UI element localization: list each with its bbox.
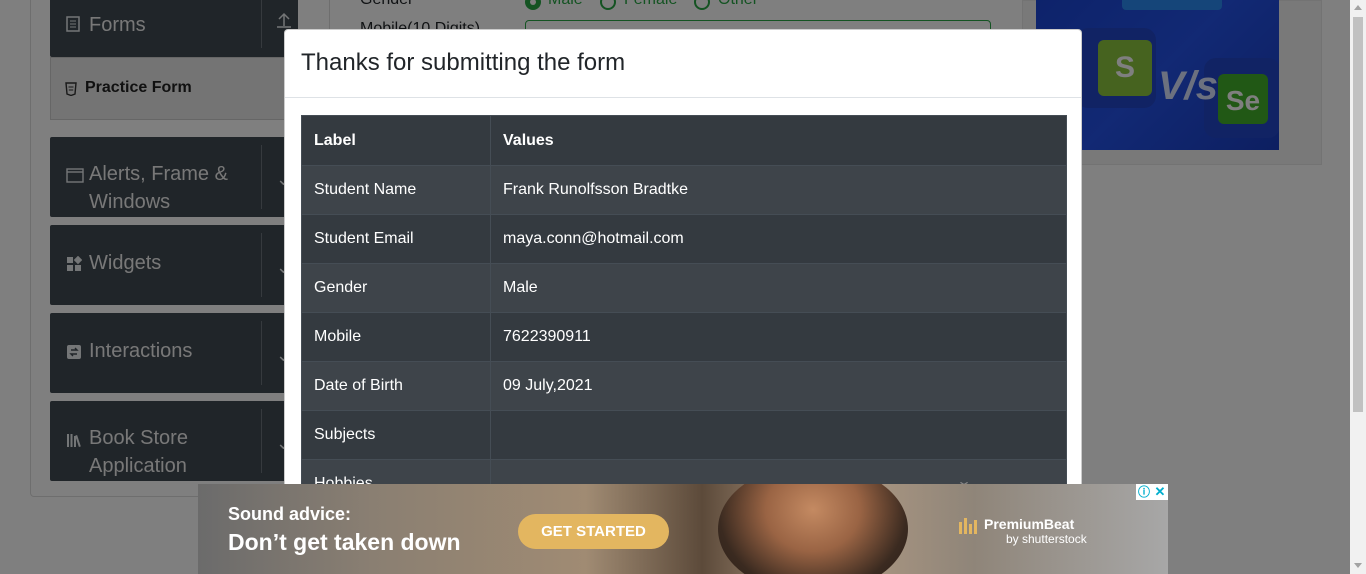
scroll-down-arrow[interactable] <box>1354 563 1362 568</box>
table-row: Mobile 7622390911 <box>301 312 1067 362</box>
row-value: Frank Runolfsson Bradtke <box>490 165 1067 215</box>
row-value: 09 July,2021 <box>490 361 1067 411</box>
column-header-values: Values <box>490 115 1067 166</box>
modal-header: Thanks for submitting the form <box>285 30 1081 98</box>
ad-headline: Sound advice: <box>228 504 352 524</box>
row-label: Subjects <box>301 410 491 460</box>
scroll-up-arrow[interactable] <box>1354 5 1362 10</box>
row-label: Date of Birth <box>301 361 491 411</box>
ad-photo <box>718 484 908 574</box>
row-value: maya.conn@hotmail.com <box>490 214 1067 264</box>
ad-subheadline: Don’t get taken down <box>228 529 461 555</box>
table-row: Student Email maya.conn@hotmail.com <box>301 214 1067 264</box>
modal-body: Label Values Student Name Frank Runolfss… <box>301 115 1067 498</box>
premiumbeat-logo-icon <box>958 516 978 534</box>
ad-bottom-banner[interactable]: Sound advice: Don’t get taken down GET S… <box>198 484 1168 574</box>
row-label: Mobile <box>301 312 491 362</box>
ad-info-icon[interactable]: ⓘ <box>1136 484 1152 500</box>
get-started-button[interactable]: GET STARTED <box>518 514 669 549</box>
row-label: Gender <box>301 263 491 313</box>
ad-close-icon[interactable]: ✕ <box>1152 484 1168 500</box>
modal-title: Thanks for submitting the form <box>301 49 626 76</box>
ad-brand-sub: by shutterstock <box>1006 532 1087 546</box>
table-row: Subjects <box>301 410 1067 460</box>
page-scrollbar[interactable] <box>1350 0 1366 574</box>
results-table: Label Values Student Name Frank Runolfss… <box>301 115 1067 498</box>
row-value: Male <box>490 263 1067 313</box>
submission-modal: Thanks for submitting the form Label Val… <box>284 29 1082 499</box>
table-row: Gender Male <box>301 263 1067 313</box>
table-row: Student Name Frank Runolfsson Bradtke <box>301 165 1067 215</box>
scroll-thumb[interactable] <box>1353 17 1363 412</box>
column-header-label: Label <box>301 115 491 166</box>
table-header-row: Label Values <box>301 115 1067 166</box>
row-value <box>490 410 1067 460</box>
row-value: 7622390911 <box>490 312 1067 362</box>
table-row: Date of Birth 09 July,2021 <box>301 361 1067 411</box>
row-label: Student Name <box>301 165 491 215</box>
ad-brand: PremiumBeat <box>984 516 1075 532</box>
row-label: Student Email <box>301 214 491 264</box>
